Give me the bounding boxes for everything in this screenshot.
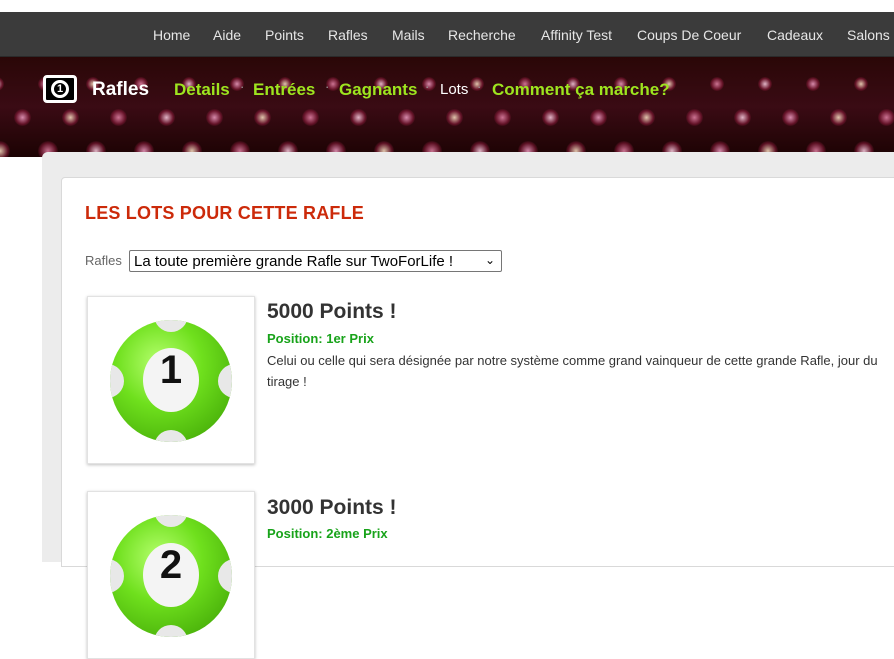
subnav-separator: · <box>240 79 245 94</box>
nav-home[interactable]: Home <box>153 27 190 43</box>
app-title: Rafles <box>92 79 150 100</box>
prize-position: Position: 1er Prix <box>267 331 374 346</box>
nav-affinity-test[interactable]: Affinity Test <box>541 27 612 43</box>
ball-number: 1 <box>159 348 183 392</box>
nav-recherche[interactable]: Recherche <box>448 27 516 43</box>
prize-title: 3000 Points ! <box>267 496 397 519</box>
nav-aide[interactable]: Aide <box>213 27 241 43</box>
prize-title: 5000 Points ! <box>267 300 397 323</box>
section-title: LES LOTS POUR CETTE RAFLE <box>85 203 365 223</box>
rafles-logo-icon: 1 <box>43 75 77 103</box>
subnav-separator: · <box>477 79 482 94</box>
prize-image: 1 <box>87 296 255 464</box>
subnav-lots[interactable]: Lots <box>440 81 468 98</box>
top-navigation: Home Aide Points Rafles Mails Recherche … <box>0 12 894 57</box>
ball-number: 2 <box>159 543 183 587</box>
nav-mails[interactable]: Mails <box>392 27 425 43</box>
nav-salons[interactable]: Salons <box>847 27 890 43</box>
header-banner <box>0 57 894 157</box>
subnav-details[interactable]: Details <box>174 80 230 100</box>
nav-points[interactable]: Points <box>265 27 304 43</box>
subnav-comment-ca-marche[interactable]: Comment ça marche? <box>492 80 670 100</box>
nav-rafles[interactable]: Rafles <box>328 27 368 43</box>
lottery-ball-icon: 2 <box>110 515 232 637</box>
nav-coups-de-coeur[interactable]: Coups De Coeur <box>637 27 741 43</box>
lottery-ball-icon: 1 <box>110 320 232 442</box>
subnav-separator: · <box>325 79 330 94</box>
prize-description: Celui ou celle qui sera désignée par not… <box>267 353 878 389</box>
subnav-gagnants[interactable]: Gagnants <box>339 80 417 100</box>
subnav-separator: · <box>425 79 430 94</box>
top-strip <box>0 0 894 12</box>
rafle-select-value: La toute première grande Rafle sur TwoFo… <box>134 253 454 270</box>
chevron-down-icon: ⌄ <box>484 253 495 267</box>
prize-image: 2 <box>87 491 255 659</box>
nav-cadeaux[interactable]: Cadeaux <box>767 27 823 43</box>
prize-position: Position: 2ème Prix <box>267 526 388 541</box>
rafle-select-label: Rafles <box>85 253 122 268</box>
rafle-select[interactable]: La toute première grande Rafle sur TwoFo… <box>129 250 502 272</box>
subnav-entrees[interactable]: Entrées <box>253 80 315 100</box>
